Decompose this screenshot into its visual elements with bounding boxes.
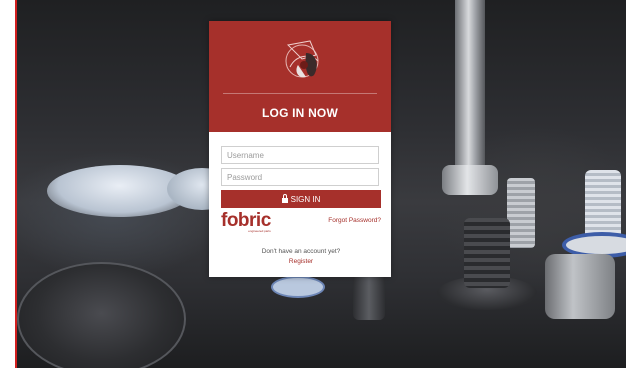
forgot-password-link[interactable]: Forgot Password? — [328, 217, 381, 224]
login-card: LOG IN NOW SIGN IN fobric engineered par… — [209, 21, 391, 277]
background-part — [17, 262, 186, 368]
username-input[interactable] — [221, 146, 379, 164]
brand-row: fobric engineered parts Forgot Password? — [221, 211, 381, 235]
left-edge-strip — [0, 0, 17, 368]
background-part — [507, 178, 535, 248]
background-part — [464, 218, 510, 288]
register-footer: Don't have an account yet? Register — [221, 247, 381, 267]
sign-in-label: SIGN IN — [290, 194, 321, 204]
password-input[interactable] — [221, 168, 379, 186]
lock-icon — [281, 193, 288, 203]
brand-logo: fobric engineered parts — [221, 211, 271, 235]
login-card-header: LOG IN NOW — [209, 21, 391, 132]
header-divider — [223, 93, 377, 94]
background-part — [271, 276, 325, 298]
no-account-text: Don't have an account yet? — [261, 248, 341, 255]
login-title: LOG IN NOW — [262, 106, 338, 120]
background-part — [442, 165, 498, 195]
background-part — [545, 254, 615, 319]
brand-name: fobric — [221, 210, 271, 231]
background-part — [455, 0, 485, 170]
login-form: SIGN IN fobric engineered parts Forgot P… — [209, 132, 391, 267]
abstract-sphere-logo-icon — [285, 40, 319, 78]
register-link[interactable]: Register — [289, 258, 313, 265]
sign-in-button[interactable]: SIGN IN — [221, 190, 381, 208]
